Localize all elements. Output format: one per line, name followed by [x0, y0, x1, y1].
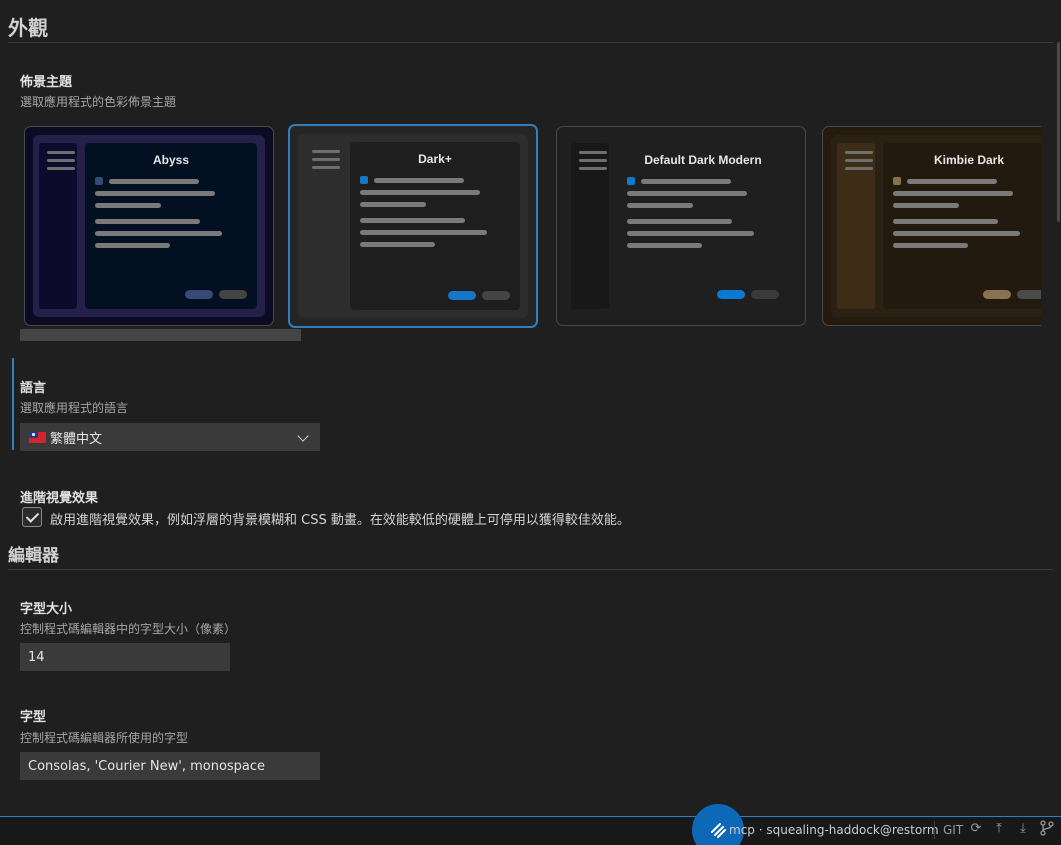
theme-preview-frame: Default Dark Modern	[565, 135, 797, 317]
theme-preview-frame: Kimbie Dark	[831, 135, 1041, 317]
theme-preview-accent-dot	[893, 177, 901, 185]
theme-preview-primary-button	[983, 290, 1011, 299]
theme-preview-sidebar	[304, 142, 342, 310]
theme-preview-editor: Default Dark Modern	[617, 143, 789, 309]
branch-icon[interactable]	[1039, 820, 1055, 838]
theme-card-dark-plus[interactable]: Dark+	[288, 124, 538, 328]
language-select[interactable]: 繁體中文	[20, 423, 320, 451]
theme-preview-primary-button	[448, 291, 476, 300]
visual-effects-checkbox[interactable]	[22, 507, 42, 527]
theme-preview-accent-dot	[360, 176, 368, 184]
theme-card-kimbie-dark[interactable]: Kimbie Dark	[822, 126, 1041, 326]
theme-preview-editor: Kimbie Dark	[883, 143, 1041, 309]
theme-card-default-dark-modern[interactable]: Default Dark Modern	[556, 126, 806, 326]
font-size-label: 字型大小	[20, 602, 73, 617]
taiwan-flag-icon	[29, 431, 46, 443]
theme-preview-accent-dot	[95, 177, 103, 185]
theme-preview-sidebar	[39, 143, 77, 309]
language-description: 選取應用程式的語言	[20, 401, 129, 415]
refresh-icon[interactable]: ⟳	[968, 820, 984, 838]
theme-description: 選取應用程式的色彩佈景主題	[20, 95, 177, 109]
push-icon[interactable]: ⤒	[991, 820, 1007, 838]
theme-card-abyss[interactable]: Abyss	[24, 126, 274, 326]
page-scrollbar[interactable]	[1057, 42, 1060, 222]
settings-page: 外觀 佈景主題 選取應用程式的色彩佈景主題 Abyss Dark+ Defaul…	[0, 0, 1061, 816]
theme-preview-editor: Dark+	[350, 142, 520, 310]
theme-preview-secondary-button	[751, 290, 779, 299]
editor-section-title: 編輯器	[8, 546, 59, 566]
theme-label: 佈景主題	[20, 75, 73, 90]
font-size-description: 控制程式碼編輯器中的字型大小（像素）	[20, 622, 237, 636]
theme-preview-editor: Abyss	[85, 143, 257, 309]
pull-icon[interactable]: ⤓	[1015, 820, 1031, 838]
appearance-section-divider	[8, 42, 1053, 43]
status-separator	[934, 821, 935, 839]
theme-preview-frame: Abyss	[33, 135, 265, 317]
editor-section-divider	[8, 569, 1053, 570]
theme-name: Abyss	[152, 153, 190, 167]
plug-icon	[711, 823, 726, 838]
font-size-input[interactable]	[20, 643, 230, 671]
theme-preview-accent-dot	[627, 177, 635, 185]
theme-preview-primary-button	[185, 290, 213, 299]
language-selected-value: 繁體中文	[50, 431, 103, 447]
theme-card-list: Abyss Dark+ Default Dark Modern Kimbie D…	[20, 124, 1041, 330]
theme-name: Dark+	[418, 152, 452, 166]
font-family-description: 控制程式碼編輯器所使用的字型	[20, 731, 189, 745]
font-family-label: 字型	[20, 710, 47, 725]
focused-setting-indicator	[12, 358, 14, 450]
theme-preview-sidebar	[571, 143, 609, 309]
theme-preview-secondary-button	[1017, 290, 1041, 299]
visual-effects-label: 進階視覺效果	[20, 491, 99, 506]
appearance-section-title: 外觀	[8, 16, 48, 40]
theme-name: Kimbie Dark	[933, 153, 1005, 167]
status-connection-text[interactable]: mcp · squealing-haddock@restorm	[729, 823, 939, 837]
chevron-down-icon	[297, 430, 309, 442]
theme-name: Default Dark Modern	[644, 153, 762, 167]
font-family-input[interactable]	[20, 752, 320, 780]
theme-preview-sidebar	[837, 143, 875, 309]
language-label: 語言	[20, 381, 47, 396]
git-label[interactable]: GIT	[943, 823, 963, 837]
theme-list-scrollbar[interactable]	[20, 329, 301, 341]
theme-preview-frame: Dark+	[298, 134, 528, 318]
visual-effects-checkbox-text: 啟用進階視覺效果，例如浮層的背景模糊和 CSS 動畫。在效能較低的硬體上可停用以…	[50, 513, 630, 528]
theme-preview-secondary-button	[219, 290, 247, 299]
theme-preview-primary-button	[717, 290, 745, 299]
theme-preview-secondary-button	[482, 291, 510, 300]
